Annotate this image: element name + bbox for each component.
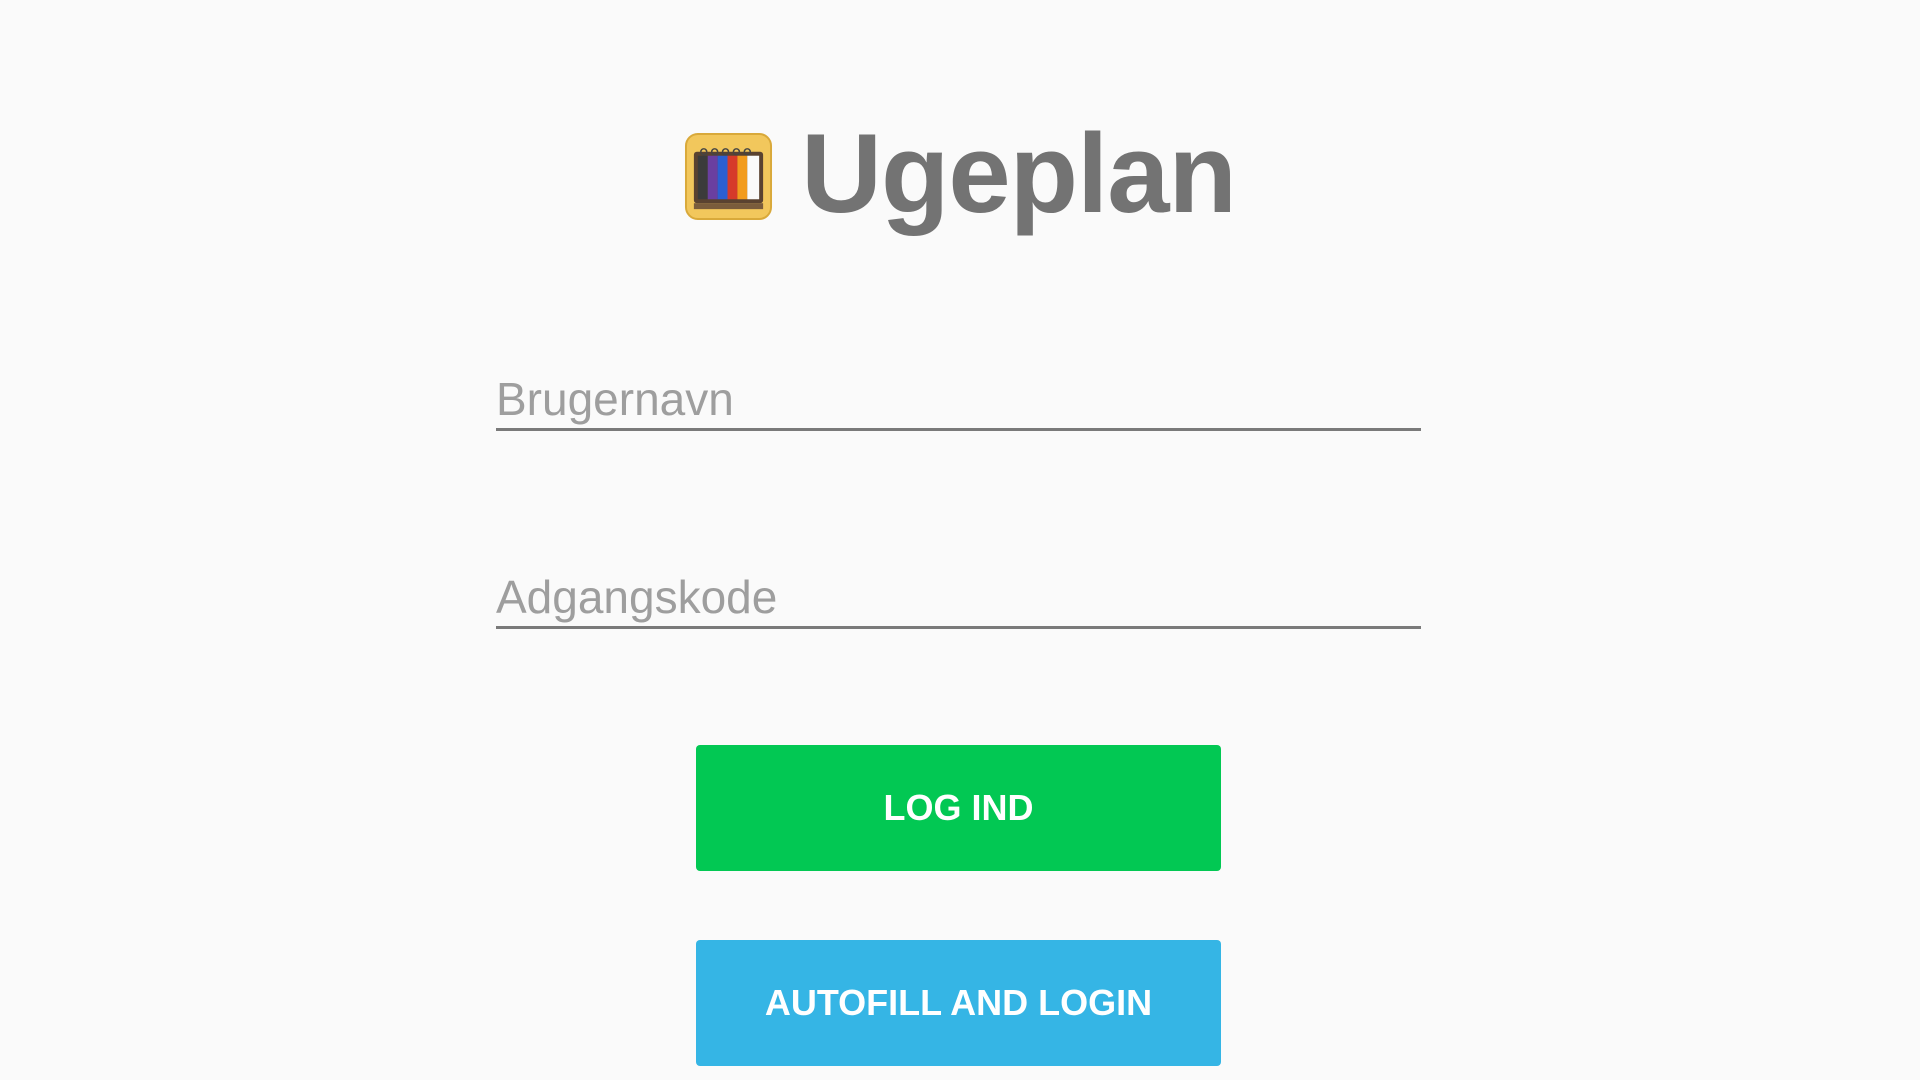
login-button[interactable]: LOG IND xyxy=(696,745,1221,871)
calendar-icon xyxy=(685,132,773,220)
login-screen: Ugeplan LOG IND AUTOFILL AND LOGIN xyxy=(0,0,1920,1080)
password-field[interactable] xyxy=(496,567,1421,629)
login-button-label: LOG IND xyxy=(883,787,1034,828)
autofill-login-button[interactable]: AUTOFILL AND LOGIN xyxy=(696,940,1221,1066)
username-field[interactable] xyxy=(496,369,1421,431)
app-title: Ugeplan xyxy=(801,111,1237,236)
autofill-login-button-label: AUTOFILL AND LOGIN xyxy=(764,982,1153,1023)
app-header: Ugeplan xyxy=(0,118,1920,230)
